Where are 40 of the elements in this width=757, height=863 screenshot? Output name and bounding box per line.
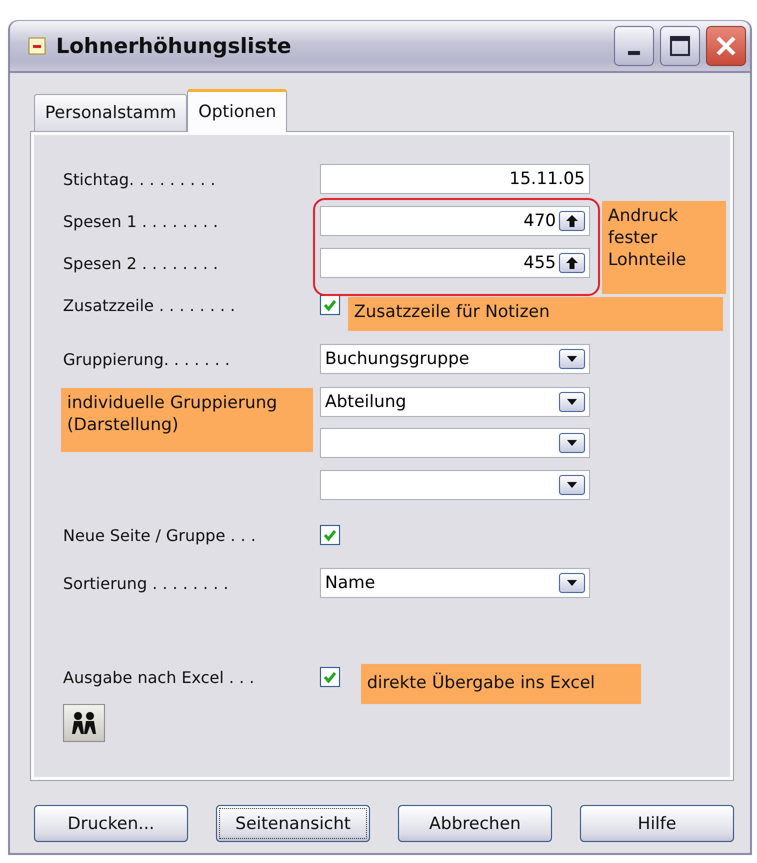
input-field[interactable]: 455 xyxy=(320,248,590,278)
app-icon xyxy=(28,37,46,55)
maximize-button[interactable] xyxy=(660,26,700,66)
checkbox[interactable] xyxy=(320,667,340,687)
input-field[interactable]: 15.11.05 xyxy=(320,164,590,194)
annotation-note: individuelle Gruppierung (Darstellung) xyxy=(61,388,313,452)
close-button[interactable] xyxy=(706,26,746,66)
field-label: Spesen 2 . . . . . . . . xyxy=(63,254,218,272)
tab[interactable]: Optionen xyxy=(187,89,288,132)
people-icon xyxy=(71,711,97,735)
dropdown-icon[interactable] xyxy=(559,392,585,412)
dialog-button[interactable]: Abbrechen xyxy=(398,805,552,842)
field-label: Zusatzzeile . . . . . . . . xyxy=(63,296,236,314)
dialog-button[interactable]: Seitenansicht xyxy=(216,805,370,842)
field-label: Stichtag. . . . . . . . . xyxy=(63,170,216,188)
checkbox[interactable] xyxy=(320,525,340,545)
window-title: Lohnerhöhungsliste xyxy=(56,34,292,58)
field-label: Ausgabe nach Excel . . . xyxy=(63,668,254,686)
dropdown[interactable]: Name xyxy=(320,568,590,598)
dialog-button[interactable]: Hilfe xyxy=(580,805,734,842)
dropdown-icon[interactable] xyxy=(559,433,585,453)
field-label: Gruppierung. . . . . . . xyxy=(63,350,230,368)
field-label: Neue Seite / Gruppe . . . xyxy=(63,526,256,544)
dialog-button[interactable]: Drucken... xyxy=(34,805,188,842)
dropdown[interactable]: Buchungsgruppe xyxy=(320,344,590,374)
field-label: Sortierung . . . . . . . . xyxy=(63,574,228,592)
people-button[interactable] xyxy=(63,704,105,742)
checkbox[interactable] xyxy=(320,295,340,315)
dropdown[interactable]: Abteilung xyxy=(320,387,590,417)
tab[interactable]: Personalstamm xyxy=(34,94,188,131)
annotation-note: direkte Übergabe ins Excel xyxy=(361,664,641,704)
input-field[interactable]: 470 xyxy=(320,206,590,236)
dropdown-icon[interactable] xyxy=(559,573,585,593)
dropdown-icon[interactable] xyxy=(559,349,585,369)
field-label: Spesen 1 . . . . . . . . xyxy=(63,212,218,230)
annotation-note: Zusatzzeile für Notizen xyxy=(348,297,723,331)
minimize-button[interactable] xyxy=(614,26,654,66)
dropdown-icon[interactable] xyxy=(559,475,585,495)
annotation-note: Andruck fester Lohnteile xyxy=(602,201,726,294)
minimize-icon xyxy=(628,51,640,55)
